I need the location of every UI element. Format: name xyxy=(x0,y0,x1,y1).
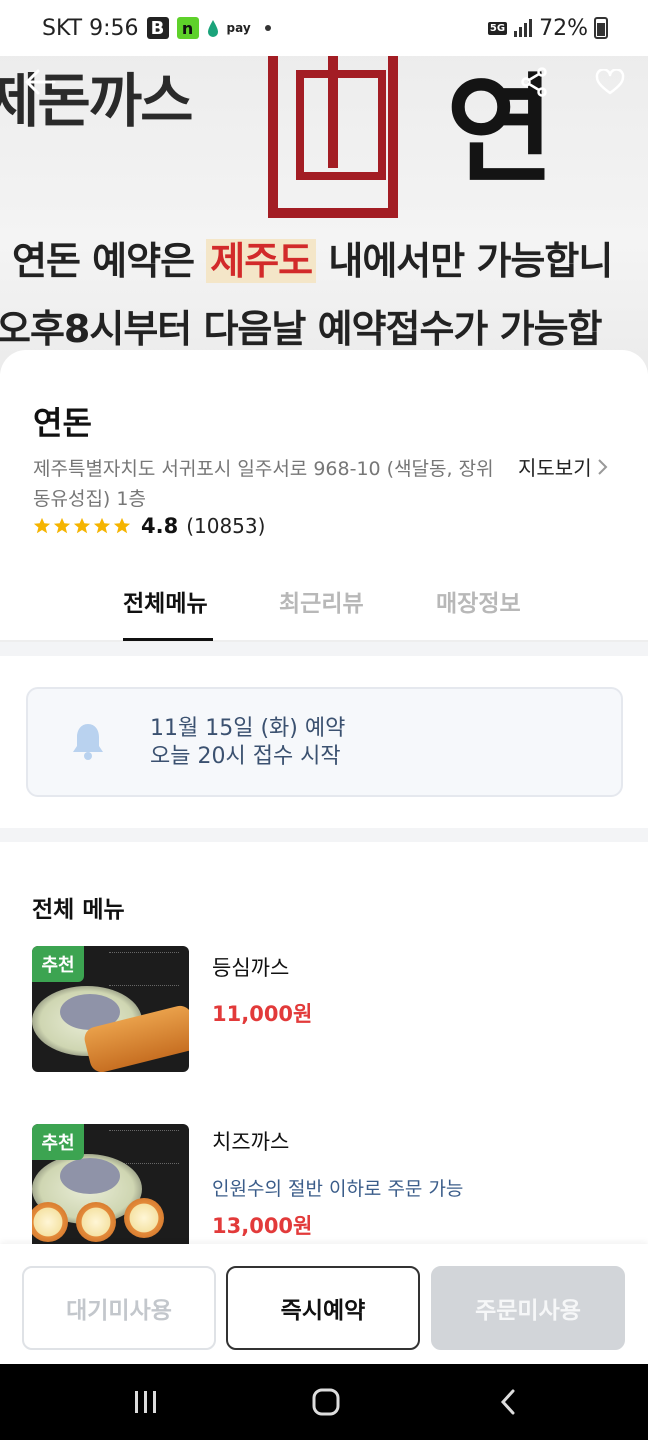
pay-icon: pay xyxy=(226,21,251,35)
menu-item-loin-katsu[interactable]: 추천 등심까스 11,000원 xyxy=(0,946,648,1076)
n-app-icon: n xyxy=(176,17,199,39)
battery-percent: 72% xyxy=(539,15,588,41)
image-sauce xyxy=(60,1158,120,1194)
menu-item-price: 11,000원 xyxy=(212,1002,313,1026)
store-banner: 제돈까스 연 연돈 예약은 제주도 내에서만 가능합니 오후8시부터 다음날 예… xyxy=(0,44,648,374)
notification-dot-icon xyxy=(264,25,271,31)
banner-line1-post: 내에서만 가능합니 xyxy=(316,239,613,283)
network-5g-icon: 5G xyxy=(487,21,508,35)
section-divider xyxy=(0,642,648,656)
system-nav-bar xyxy=(0,1364,648,1440)
store-address: 제주특별자치도 서귀포시 일주서로 968-10 (색달동, 장위동유성집) 1… xyxy=(33,458,494,510)
menu-item-name: 등심까스 xyxy=(212,956,290,980)
review-count: (10853) xyxy=(186,514,266,538)
banner-line1-pre: 연돈 예약은 xyxy=(12,239,207,283)
b-app-icon: B xyxy=(146,17,169,39)
star-icon xyxy=(53,517,71,534)
banner-line1-highlight: 제주도 xyxy=(206,239,317,283)
recommend-badge: 추천 xyxy=(32,946,84,982)
notice-open-time: 오늘 20시 접수 시작 xyxy=(150,744,341,769)
signal-icon xyxy=(514,19,533,37)
status-bar: SKT 9:56 B n pay 5G 72% xyxy=(0,0,648,56)
menu-section-title: 전체 메뉴 xyxy=(32,897,125,923)
bottom-action-bar: 대기미사용 즉시예약 주문미사용 xyxy=(0,1244,648,1364)
tab-recent-reviews[interactable]: 최근리뷰 xyxy=(279,584,364,618)
notice-text: 11월 15일 (화) 예약 오늘 20시 접수 시작 xyxy=(150,715,345,771)
star-icon xyxy=(73,517,91,534)
back-arrow-icon xyxy=(25,69,56,95)
banner-notice-line2: 오후8시부터 다음날 예약접수가 가능합 xyxy=(0,307,602,351)
drop-icon xyxy=(207,20,218,37)
waitlist-disabled-button[interactable]: 대기미사용 xyxy=(22,1266,216,1350)
menu-item-name: 치즈까스 xyxy=(212,1130,290,1154)
banner-notice-line1: 연돈 예약은 제주도 내에서만 가능합니 xyxy=(12,230,613,285)
heart-icon xyxy=(595,69,625,95)
star-icon xyxy=(33,517,51,534)
image-cheese-piece xyxy=(124,1198,164,1238)
carrier-time: SKT 9:56 xyxy=(42,15,139,41)
recent-apps-button[interactable] xyxy=(126,1382,166,1422)
share-icon xyxy=(521,67,547,97)
share-button[interactable] xyxy=(514,62,554,102)
star-icon xyxy=(93,517,111,534)
home-button[interactable] xyxy=(306,1382,346,1422)
store-tabs: 전체메뉴 최근리뷰 매장정보 xyxy=(0,568,648,642)
recent-apps-icon xyxy=(135,1391,156,1413)
favorite-button[interactable] xyxy=(590,62,630,102)
store-rating: 4.8 (10853) xyxy=(33,514,265,538)
active-tab-indicator xyxy=(123,638,213,641)
back-chevron-icon xyxy=(500,1389,515,1415)
back-nav-button[interactable] xyxy=(488,1382,528,1422)
menu-item-image: 추천 xyxy=(32,946,189,1072)
menu-item-cheese-katsu[interactable]: 추천 치즈까스 인원수의 절반 이하로 주문 가능 13,000원 xyxy=(0,1124,648,1244)
chevron-right-icon xyxy=(597,458,608,475)
reservation-notice: 11월 15일 (화) 예약 오늘 20시 접수 시작 xyxy=(26,687,623,797)
home-icon xyxy=(312,1388,340,1416)
instant-reserve-button[interactable]: 즉시예약 xyxy=(226,1266,420,1350)
recommend-badge: 추천 xyxy=(32,1124,84,1160)
menu-item-image: 추천 xyxy=(32,1124,189,1244)
star-icon xyxy=(113,517,131,534)
tab-all-menu[interactable]: 전체메뉴 xyxy=(123,584,208,618)
image-text-decoration xyxy=(109,1130,179,1164)
image-text-decoration xyxy=(109,952,179,986)
rating-stars xyxy=(33,517,131,535)
store-name: 연돈 xyxy=(33,404,92,442)
back-button[interactable] xyxy=(20,62,60,102)
map-view-label: 지도보기 xyxy=(518,456,592,480)
order-disabled-button[interactable]: 주문미사용 xyxy=(431,1266,625,1350)
image-cheese-piece xyxy=(76,1202,116,1242)
rating-value: 4.8 xyxy=(141,514,179,538)
image-cheese-piece xyxy=(32,1202,68,1242)
battery-icon xyxy=(594,17,608,39)
tab-store-info[interactable]: 매장정보 xyxy=(436,584,521,618)
menu-item-note: 인원수의 절반 이하로 주문 가능 xyxy=(212,1178,464,1200)
notice-date: 11월 15일 (화) 예약 xyxy=(150,716,346,741)
section-divider xyxy=(0,828,648,842)
banner-seal-logo xyxy=(268,44,398,218)
menu-item-price: 13,000원 xyxy=(212,1214,313,1238)
map-view-link[interactable]: 지도보기 xyxy=(518,452,608,481)
bell-icon xyxy=(73,724,103,760)
